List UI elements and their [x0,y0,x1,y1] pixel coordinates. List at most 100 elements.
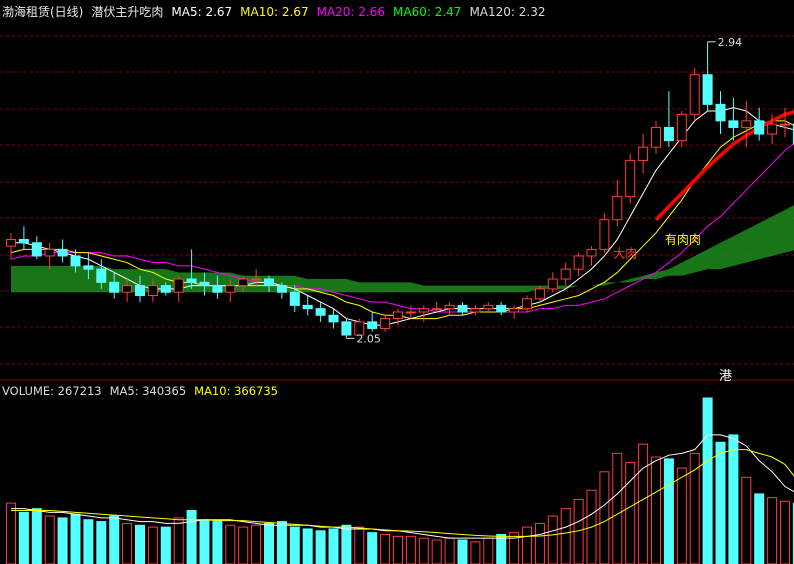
volume-bar [380,533,391,564]
candle-body [547,278,558,290]
candle-body [225,285,236,293]
volume-bar [31,508,42,564]
kline-chart[interactable]: 2.94 2.05 有肉肉 大肉 港 [0,0,794,564]
volume-bar [315,530,326,564]
volume-bar [431,539,442,564]
candle-body [663,126,674,142]
volume-bar [767,497,778,564]
candle-body [625,159,636,198]
vol-ma5-line [11,434,794,539]
candle-body [341,321,352,336]
candle-body [173,278,184,293]
volume-bar [70,513,81,564]
volume-bar [522,526,532,564]
candle-body [6,238,16,247]
signal-da-rou: 大肉 [613,246,637,260]
candle-body [418,308,429,313]
candle-body [638,146,649,161]
candle-body [689,74,700,115]
candle-body [109,281,120,293]
volume-bar [276,521,287,564]
candle-body [135,285,145,297]
candles[interactable] [6,41,794,339]
volume-bar [302,528,313,564]
volume-bar [83,519,94,564]
candle-body [96,268,107,283]
candle-body [470,308,481,313]
volume-bar [57,517,68,564]
candle-body [767,123,778,135]
candle-body [44,248,55,257]
candle-body [612,196,623,221]
candle-body [122,285,133,293]
volume-bar [418,537,429,564]
volume-bar [599,471,610,564]
candle-body [715,103,726,122]
candle-body [431,308,442,311]
volume-bar [780,500,790,564]
volume-bar [160,526,171,564]
candle-body [31,242,42,257]
candle-body [160,285,171,293]
candle-body [70,255,81,267]
volume-bar [715,441,726,564]
candle-body [676,113,687,142]
candle-body [302,304,313,310]
candle-body [741,120,752,128]
volume-bar [663,458,674,564]
candle-body [83,265,94,270]
candle-body [728,120,739,128]
candle-body [57,248,68,257]
candle-body [702,74,713,105]
volume-bar [199,519,210,564]
volume-bar [754,493,765,564]
volume-bar [264,522,274,564]
volume-bar [728,434,739,564]
volume-bar [444,537,455,564]
candle-body [534,288,545,300]
volume-bar [251,524,262,564]
volume-bar [651,456,661,564]
candle-body [264,278,274,287]
volume-bars[interactable] [6,397,794,564]
candle-body [560,268,571,280]
volume-bar [328,528,339,564]
volume-bar [225,524,236,564]
volume-bar [135,524,145,564]
candle-body [522,298,532,310]
candle-body [276,285,287,293]
volume-bar [341,524,352,564]
volume-bar [470,541,481,564]
candle-body [18,238,29,244]
volume-bar [96,521,107,564]
volume-bar [238,526,249,564]
candle-body [315,308,326,316]
candle-body [212,285,223,293]
annotations: 2.94 2.05 有肉肉 大肉 港 [346,36,742,384]
volume-bar [405,535,416,564]
volume-bar [122,522,133,564]
candle-body [599,219,610,250]
candle-body [780,123,790,126]
gang-marker: 港 [719,369,732,384]
volume-bar [44,515,55,564]
candle-body [586,248,597,257]
volume-bar [289,526,300,564]
candle-body [147,285,158,297]
volume-bar [147,526,158,564]
candle-body [754,120,765,135]
volume-bar [560,508,571,564]
candle-body [444,304,455,310]
candle-body [496,304,507,313]
candle-body [238,278,249,287]
volume-bar [173,517,184,564]
volume-bar [547,515,558,564]
volume-bar [741,476,752,564]
volume-bar [212,521,223,564]
candle-body [393,311,403,320]
volume-bar [354,526,365,564]
candle-body [186,278,197,283]
volume-bar [18,511,29,564]
candle-body [405,311,416,314]
high-price-label: 2.94 [718,36,743,49]
